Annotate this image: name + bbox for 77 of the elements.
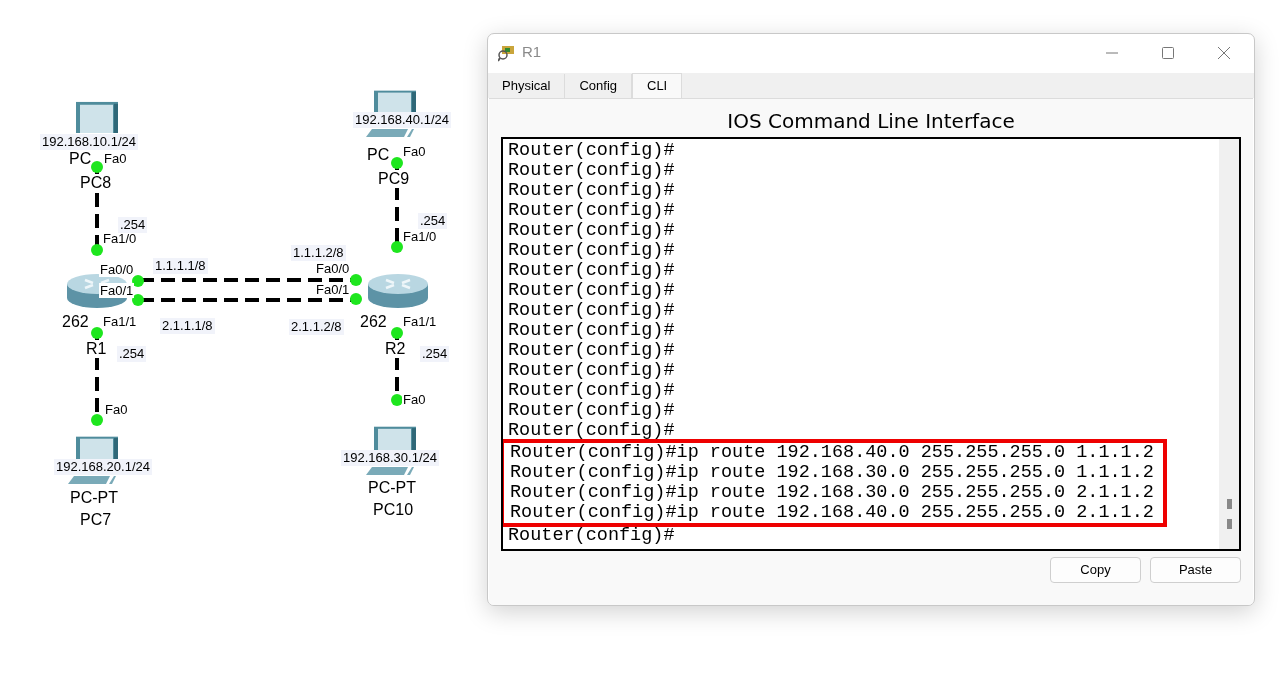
- keyboard-icon: [364, 467, 414, 475]
- terminal-line: Router(config)#ip route 192.168.40.0 255.255.255.0 2.1.1.2: [510, 503, 1155, 523]
- ip-address-label: 192.168.30.1/24: [341, 450, 439, 466]
- device-type-label: PC: [367, 146, 390, 164]
- terminal-line: Router(config)#ip route 192.168.30.0 255.255.255.0 2.1.1.2: [510, 483, 1155, 503]
- interface-label: Fa0: [103, 151, 128, 166]
- ip-address-label: 192.168.10.1/24: [40, 134, 138, 150]
- terminal-line: Router(config)#: [508, 181, 676, 201]
- terminal-line: Router(config)#: [508, 281, 676, 301]
- link-light-icon: [350, 293, 362, 305]
- device-model-label: 262: [360, 313, 387, 331]
- interface-label: Fa0/0: [315, 261, 351, 276]
- terminal-line: Router(config)#: [508, 201, 676, 221]
- link-light-icon: [350, 274, 362, 286]
- terminal-line: Router(config)#: [508, 341, 676, 361]
- address-label: .254: [418, 213, 448, 229]
- device-name-label: R1: [86, 340, 107, 358]
- terminal-line: Router(config)#: [508, 241, 676, 261]
- terminal-line: Router(config)#: [508, 141, 676, 161]
- tab[interactable]: CLI: [632, 73, 683, 98]
- interface-label: Fa0: [402, 392, 427, 407]
- address-label: 1.1.1.1/8: [153, 258, 208, 274]
- device-type-label: PC-PT: [368, 479, 416, 497]
- terminal-line: Router(config)#ip route 192.168.30.0 255.255.255.0 1.1.1.2: [510, 463, 1155, 483]
- terminal-line: Router(config)#: [508, 301, 676, 321]
- terminal-line: Router(config)#: [508, 261, 676, 281]
- terminal-line: Router(config)#: [508, 401, 676, 421]
- terminal-line: Router(config)#: [508, 321, 676, 341]
- device-name-label: PC9: [378, 170, 410, 188]
- window-title: R1: [522, 42, 542, 63]
- interface-label: Fa1/1: [402, 314, 438, 329]
- interface-label: Fa0/0: [99, 262, 135, 277]
- link-light-icon: [391, 157, 403, 169]
- terminal-line: Router(config)#: [508, 526, 676, 546]
- device-type-label: PC: [69, 150, 92, 168]
- link-light-icon: [391, 394, 403, 406]
- router-config-icon: [498, 43, 516, 62]
- ip-address-label: 192.168.40.1/24: [353, 112, 451, 128]
- interface-label: Fa1/1: [102, 314, 138, 329]
- keyboard-icon: [66, 476, 116, 484]
- address-label: .254: [117, 346, 147, 362]
- terminal-line: Router(config)#: [508, 161, 676, 181]
- link-light-icon: [132, 275, 144, 287]
- interface-label: Fa1/0: [102, 231, 138, 246]
- link-light-icon: [132, 294, 144, 306]
- cli-button[interactable]: Copy: [1050, 557, 1141, 583]
- interface-label: Fa1/0: [402, 229, 438, 244]
- minimize-icon: [1106, 51, 1118, 54]
- device-name-label: R2: [385, 340, 406, 358]
- link-light-icon: [91, 414, 103, 426]
- keyboard-icon: [364, 129, 414, 137]
- cli-button[interactable]: Paste: [1150, 557, 1241, 583]
- link-light-icon: [391, 241, 403, 253]
- address-label: 1.1.1.2/8: [291, 245, 346, 261]
- address-label: .254: [420, 346, 450, 362]
- link-light-icon: [391, 327, 403, 339]
- ip-address-label: 192.168.20.1/24: [54, 459, 152, 475]
- address-label: 2.1.1.2/8: [289, 319, 344, 335]
- terminal-line: Router(config)#: [508, 361, 676, 381]
- terminal-line: Router(config)#: [508, 421, 676, 441]
- interface-label: Fa0: [104, 402, 129, 417]
- terminal-line: Router(config)#: [508, 221, 676, 241]
- device-type-label: PC-PT: [70, 489, 118, 507]
- link-light-icon: [91, 244, 103, 256]
- address-label: 2.1.1.1/8: [160, 318, 215, 334]
- interface-label: Fa0/1: [315, 282, 351, 297]
- address-label: .254: [118, 217, 148, 233]
- close-icon: [1218, 46, 1230, 59]
- terminal-line: Router(config)#ip route 192.168.40.0 255.255.255.0 1.1.1.2: [510, 443, 1155, 463]
- interface-label: Fa0: [402, 144, 427, 159]
- interface-label: Fa0/1: [99, 283, 135, 298]
- terminal-line: Router(config)#: [508, 381, 676, 401]
- maximize-icon: [1162, 46, 1174, 59]
- device-model-label: 262: [62, 313, 89, 331]
- cli-heading: IOS Command Line Interface: [726, 109, 1016, 133]
- link-light-icon: [91, 161, 103, 173]
- link-light-icon: [91, 327, 103, 339]
